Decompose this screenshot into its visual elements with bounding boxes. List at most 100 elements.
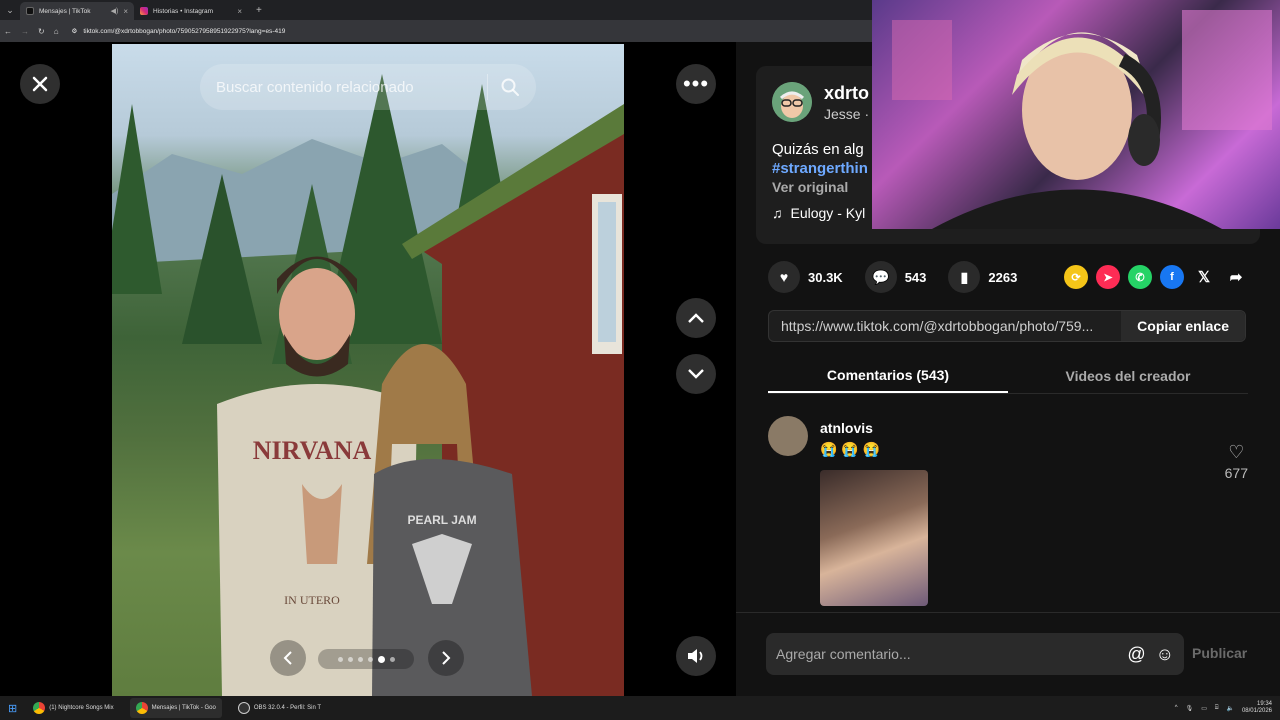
tab-search-icon[interactable]: ⌄	[0, 0, 20, 20]
commenter-username[interactable]: atnlovis	[820, 420, 873, 436]
bookmark-icon: ▮	[948, 261, 981, 293]
commenter-avatar[interactable]	[768, 416, 808, 456]
heart-outline-icon: ♡	[1228, 442, 1245, 462]
shirt-text-pearljam: PEARL JAM	[407, 513, 476, 527]
tray-chevron-icon[interactable]: ^	[1175, 705, 1178, 711]
taskbar-item-chrome-music[interactable]: (1) Nightcore Songs Mix	[27, 698, 119, 718]
emoji-icon[interactable]: ☺	[1156, 644, 1174, 665]
like-count: 30.3K	[808, 269, 843, 285]
facebook-icon[interactable]: f	[1160, 265, 1184, 289]
copy-link-button[interactable]: Copiar enlace	[1121, 311, 1245, 341]
post-photo: NIRVANA IN UTERO PEARL JAM Buscar conten…	[112, 44, 624, 696]
tab-comments[interactable]: Comentarios (543)	[768, 358, 1008, 393]
search-divider	[487, 74, 488, 100]
carousel-dot[interactable]	[337, 656, 343, 662]
volume-tray-icon[interactable]: 🔈	[1226, 705, 1233, 712]
send-icon[interactable]: ➤	[1096, 265, 1120, 289]
home-icon[interactable]: ⌂	[54, 27, 59, 36]
clock-date: 08/01/2026	[1241, 708, 1272, 714]
comment-like-count: 677	[1224, 465, 1248, 481]
author-nickname: Jesse ·	[824, 105, 870, 122]
x-icon[interactable]: 𝕏	[1192, 265, 1216, 289]
tab-title: Historias • Instagram	[153, 7, 214, 15]
like-action[interactable]: ♥ 30.3K	[768, 261, 843, 293]
carousel-dots	[318, 649, 414, 669]
system-tray: ^ 🎙 ▭ ⌸ 🔈 19:34 08/01/2026	[1175, 701, 1280, 715]
url-field[interactable]: ⚙ tiktok.com/@xdrtobbogan/photo/75905279…	[72, 27, 286, 36]
taskbar-item-obs[interactable]: OBS 32.0.4 - Perfil: Sin T	[232, 698, 327, 718]
photo-viewer: NIRVANA IN UTERO PEARL JAM Buscar conten…	[0, 42, 736, 696]
photo-illustration: NIRVANA IN UTERO PEARL JAM	[112, 74, 624, 696]
carousel-dot-active[interactable]	[377, 655, 385, 663]
save-count: 2263	[988, 269, 1018, 285]
comment-like[interactable]: ♡ 677	[1225, 442, 1248, 481]
instagram-favicon-icon	[140, 7, 148, 15]
author-username[interactable]: xdrto	[824, 83, 869, 104]
taskbar-item-chrome-tiktok[interactable]: Mensajes | TikTok - Goo	[129, 698, 222, 718]
new-tab-button[interactable]: +	[248, 5, 270, 16]
chevron-down-icon	[688, 369, 704, 379]
windows-start-icon[interactable]: ⊞	[8, 702, 17, 715]
share-arrow-icon[interactable]: ➦	[1224, 265, 1248, 289]
carousel-dot[interactable]	[347, 656, 353, 662]
next-image-button[interactable]	[428, 640, 464, 676]
volume-button[interactable]	[676, 636, 716, 676]
carousel-dot[interactable]	[389, 656, 395, 662]
close-tab-icon[interactable]: ×	[123, 7, 128, 16]
chevron-right-icon	[442, 651, 451, 665]
comment-icon: 💬	[864, 261, 897, 293]
repost-icon[interactable]: ⟳	[1064, 265, 1088, 289]
post-link-box: https://www.tiktok.com/@xdrtobbogan/phot…	[768, 310, 1246, 342]
speaker-icon	[688, 649, 703, 663]
clock[interactable]: 19:34 08/01/2026	[1242, 701, 1272, 715]
next-post-button[interactable]	[676, 354, 716, 394]
more-icon: •••	[682, 71, 710, 96]
network-icon[interactable]: ⌸	[1215, 705, 1219, 712]
comment-composer: Agregar comentario... @ ☺ Publicar	[736, 612, 1280, 696]
more-options-button[interactable]: •••	[676, 64, 716, 104]
mention-icon[interactable]: @	[1127, 644, 1145, 665]
comment-input[interactable]: Agregar comentario... @ ☺	[766, 633, 1184, 675]
microphone-icon[interactable]: 🎙	[1186, 705, 1194, 712]
obs-icon	[237, 702, 250, 714]
previous-post-button[interactable]	[676, 298, 716, 338]
tab-title: Mensajes | TikTok	[39, 7, 91, 15]
forward-icon[interactable]: →	[21, 27, 29, 36]
search-icon[interactable]	[500, 77, 520, 97]
carousel-dot[interactable]	[357, 656, 363, 662]
comment-image[interactable]	[820, 470, 928, 606]
whatsapp-icon[interactable]: ✆	[1128, 265, 1152, 289]
heart-icon: ♥	[768, 261, 800, 293]
music-note-icon: ♫	[772, 205, 783, 221]
shirt-text-inutero: IN UTERO	[284, 593, 340, 607]
comment-action[interactable]: 💬 543	[864, 261, 926, 293]
tab-creator-videos[interactable]: Videos del creador	[1008, 358, 1248, 393]
shirt-text-nirvana: NIRVANA	[253, 436, 372, 465]
post-actions: ♥ 30.3K 💬 543 ▮ 2263 ⟳ ➤ ✆ f 𝕏 ➦	[768, 261, 1248, 293]
chrome-icon	[135, 702, 148, 714]
windows-taskbar: ⊞ (1) Nightcore Songs Mix Mensajes | Tik…	[0, 696, 1280, 720]
streamer-illustration	[892, 10, 1272, 229]
author-avatar[interactable]	[772, 82, 812, 122]
save-action[interactable]: ▮ 2263	[948, 261, 1017, 293]
monitor-icon[interactable]: ▭	[1201, 705, 1207, 712]
close-button[interactable]	[20, 64, 60, 104]
avatar-illustration	[772, 82, 812, 122]
close-tab-icon[interactable]: ×	[237, 7, 242, 16]
reload-icon[interactable]: ↻	[38, 27, 45, 36]
comment-text: 😭😭😭	[820, 441, 885, 457]
back-icon[interactable]: ←	[4, 27, 12, 36]
post-link-text[interactable]: https://www.tiktok.com/@xdrtobbogan/phot…	[769, 318, 1121, 334]
tab-instagram[interactable]: Historias • Instagram ×	[134, 2, 248, 20]
publish-button[interactable]: Publicar	[1192, 645, 1247, 661]
taskbar-label: (1) Nightcore Songs Mix	[49, 705, 114, 711]
speaker-icon[interactable]: ◀)	[111, 7, 119, 15]
url-text: tiktok.com/@xdrtobbogan/photo/7590527958…	[83, 27, 286, 35]
tab-tiktok[interactable]: Mensajes | TikTok ◀) ×	[20, 2, 134, 20]
prev-image-button[interactable]	[270, 640, 306, 676]
share-options: ⟳ ➤ ✆ f 𝕏 ➦	[1064, 265, 1248, 289]
chrome-icon	[33, 702, 46, 714]
site-info-icon[interactable]: ⚙	[72, 27, 78, 35]
related-search-input[interactable]: Buscar contenido relacionado	[200, 64, 536, 110]
carousel-dot[interactable]	[367, 656, 373, 662]
